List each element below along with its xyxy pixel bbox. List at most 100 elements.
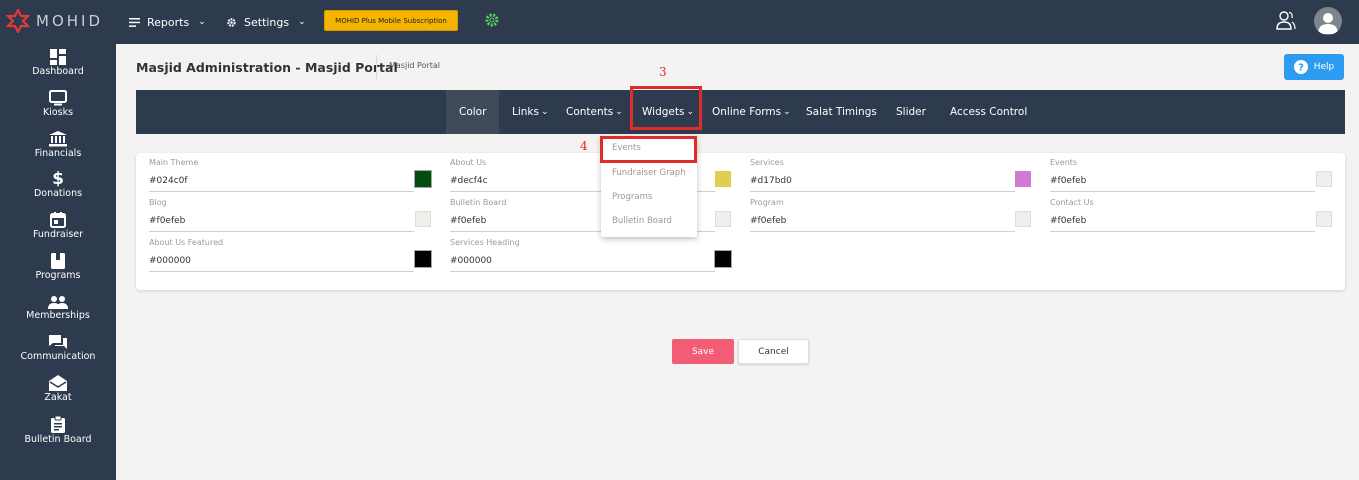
tab-label: Contents xyxy=(566,106,614,118)
field-label: Services xyxy=(750,158,784,167)
avatar[interactable] xyxy=(1314,7,1342,35)
tab-online-forms[interactable]: Online Forms ⌄ xyxy=(712,90,791,134)
tab-contents[interactable]: Contents ⌄ xyxy=(566,90,623,134)
page-title: Masjid Administration - Masjid Portal xyxy=(136,60,398,75)
sidebar-item-communication[interactable]: Communication xyxy=(0,334,116,362)
tab-links[interactable]: Links ⌄ xyxy=(512,90,549,134)
sidebar-item-financials[interactable]: Financials xyxy=(0,131,116,159)
events-highlight-box xyxy=(600,136,697,163)
services-swatch[interactable] xyxy=(1015,171,1031,187)
chevron-down-icon: ⌄ xyxy=(198,17,206,27)
field-label: Main Theme xyxy=(149,158,199,167)
field-label: Events xyxy=(1050,158,1078,167)
mobile-subscription-button[interactable]: MOHID Plus Mobile Subscription xyxy=(324,10,458,31)
events-field: Events #f0efeb xyxy=(1050,158,1315,192)
contact-us-swatch[interactable] xyxy=(1316,211,1332,227)
envelope-icon xyxy=(49,375,67,391)
sidebar-item-memberships[interactable]: Memberships xyxy=(0,295,116,321)
color-settings-card: Main Theme #024c0f About Us #decf4c Serv… xyxy=(136,153,1345,290)
sidebar-item-label: Financials xyxy=(34,148,82,159)
tab-salat-timings[interactable]: Salat Timings xyxy=(806,90,877,134)
chat-icon xyxy=(49,335,67,349)
main-theme-input[interactable]: #024c0f xyxy=(149,170,414,192)
services-field: Services #d17bd0 xyxy=(750,158,1015,192)
sidebar-item-label: Dashboard xyxy=(32,66,84,77)
sidebar-item-label: Programs xyxy=(35,270,81,281)
sidebar-item-label: Zakat xyxy=(44,392,72,403)
help-button[interactable]: ? Help xyxy=(1284,54,1344,80)
gear-icon xyxy=(227,17,236,27)
bulletin-board-swatch[interactable] xyxy=(715,211,731,227)
calendar-icon xyxy=(50,212,66,228)
mohid-logo[interactable]: MOHID xyxy=(6,9,103,33)
services-input[interactable]: #d17bd0 xyxy=(750,170,1015,192)
step-3-marker: 3 xyxy=(659,65,667,79)
field-label: Program xyxy=(750,198,784,207)
about-us-swatch[interactable] xyxy=(715,171,731,187)
contact-us-input[interactable]: #f0efeb xyxy=(1050,210,1315,232)
menu-item-fundraiser-graph[interactable]: Fundraiser Graph xyxy=(612,168,686,178)
program-field: Program #f0efeb xyxy=(750,198,1015,232)
chevron-down-icon: ⌄ xyxy=(540,107,549,117)
sidebar-item-label: Bulletin Board xyxy=(24,434,92,445)
sidebar-item-programs[interactable]: Programs xyxy=(0,253,116,281)
sidebar-item-donations[interactable]: $ Donations xyxy=(0,170,116,199)
blog-input[interactable]: #f0efeb xyxy=(149,210,414,232)
services-heading-field: Services Heading #000000 xyxy=(450,238,715,272)
sidebar: Dashboard Kiosks Financials $ Donations … xyxy=(0,44,116,480)
users-icon[interactable] xyxy=(1275,9,1297,31)
program-input[interactable]: #f0efeb xyxy=(750,210,1015,232)
blog-swatch[interactable] xyxy=(415,211,431,227)
about-us-featured-input[interactable]: #000000 xyxy=(149,250,414,272)
chevron-down-icon: ⌄ xyxy=(298,17,306,27)
sidebar-item-kiosks[interactable]: Kiosks xyxy=(0,90,116,118)
events-input[interactable]: #f0efeb xyxy=(1050,170,1315,192)
services-heading-input[interactable]: #000000 xyxy=(450,250,715,272)
sidebar-item-label: Fundraiser xyxy=(32,229,84,240)
menu-item-bulletin-board[interactable]: Bulletin Board xyxy=(612,216,672,226)
svg-text:?: ? xyxy=(1298,63,1304,74)
cancel-button[interactable]: Cancel xyxy=(738,339,809,364)
save-button[interactable]: Save xyxy=(672,339,734,364)
step-4-marker: 4 xyxy=(580,139,588,153)
sidebar-item-label: Communication xyxy=(20,351,96,362)
sidebar-item-fundraiser[interactable]: Fundraiser xyxy=(0,212,116,240)
reports-menu[interactable]: Reports ⌄ xyxy=(129,0,206,44)
book-icon xyxy=(51,253,65,269)
field-label: Services Heading xyxy=(450,238,520,247)
sidebar-item-label: Kiosks xyxy=(42,107,74,118)
green-gear-icon[interactable] xyxy=(484,12,500,28)
widgets-highlight-box xyxy=(630,86,702,130)
sidebar-item-bulletin-board[interactable]: Bulletin Board xyxy=(0,416,116,445)
services-heading-swatch[interactable] xyxy=(715,251,731,267)
sidebar-item-dashboard[interactable]: Dashboard xyxy=(0,49,116,77)
about-us-featured-swatch[interactable] xyxy=(415,251,431,267)
main-theme-field: Main Theme #024c0f xyxy=(149,158,414,192)
tab-access-control[interactable]: Access Control xyxy=(950,90,1027,134)
blog-field: Blog #f0efeb xyxy=(149,198,414,232)
sidebar-item-zakat[interactable]: Zakat xyxy=(0,375,116,403)
tab-label: Access Control xyxy=(950,106,1028,118)
events-swatch[interactable] xyxy=(1316,171,1332,187)
tab-label: Salat Timings xyxy=(806,106,877,118)
tab-slider[interactable]: Slider xyxy=(896,90,926,134)
question-icon: ? xyxy=(1293,60,1308,74)
menu-item-programs[interactable]: Programs xyxy=(612,192,652,202)
chevron-down-icon: ⌄ xyxy=(615,107,623,117)
settings-menu[interactable]: Settings ⌄ xyxy=(226,0,306,44)
kiosk-icon xyxy=(49,90,67,106)
tab-color[interactable]: Color xyxy=(446,90,500,134)
breadcrumb[interactable]: Masjid Portal xyxy=(389,61,440,70)
clipboard-icon xyxy=(51,416,65,433)
field-label: Blog xyxy=(149,198,167,207)
reports-label: Reports xyxy=(147,15,190,29)
portal-tabs: Color Links ⌄ Contents ⌄ Widgets ⌄ Onlin… xyxy=(136,90,1345,134)
field-label: Contact Us xyxy=(1050,198,1094,207)
tab-label: Slider xyxy=(896,106,926,118)
star-logo-icon xyxy=(6,9,30,33)
program-swatch[interactable] xyxy=(1015,211,1031,227)
main-theme-swatch[interactable] xyxy=(415,171,431,187)
logo-text: MOHID xyxy=(36,12,104,30)
sidebar-item-label: Memberships xyxy=(26,310,90,321)
people-icon xyxy=(48,296,68,309)
